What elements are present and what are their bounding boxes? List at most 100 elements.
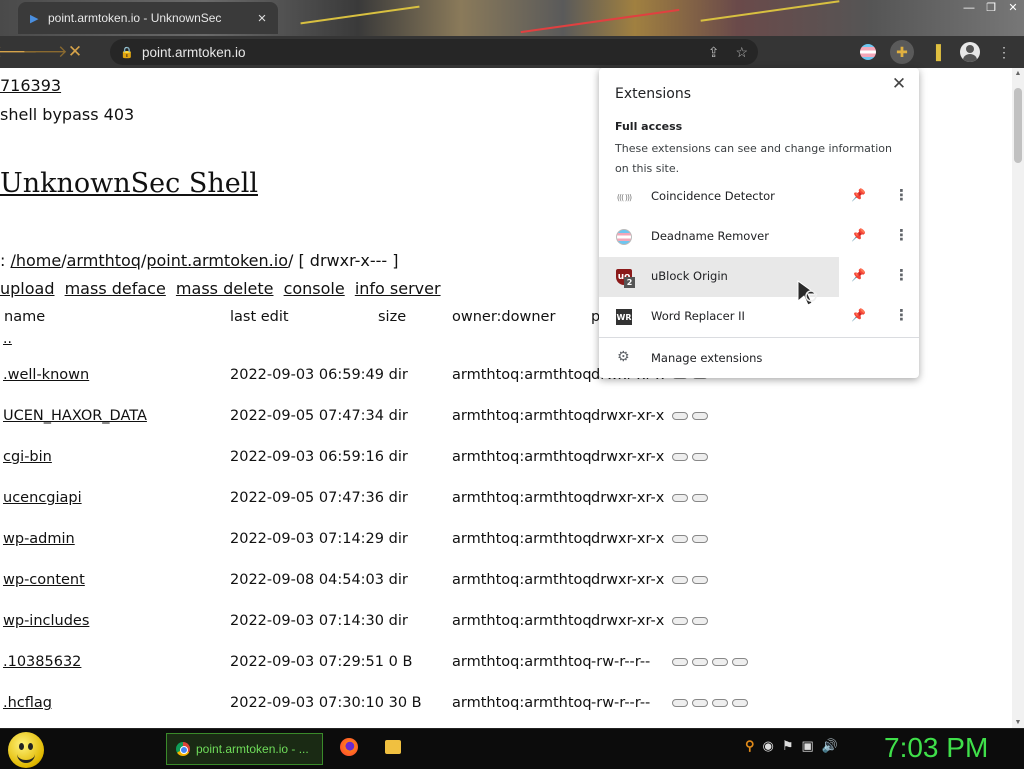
file-owner: armthtoq:armthtoq xyxy=(452,367,592,383)
action-links: upload mass deface mass delete console i… xyxy=(0,279,446,298)
file-action-button[interactable] xyxy=(692,699,708,707)
console-link[interactable]: console xyxy=(284,279,345,298)
path-segment-home[interactable]: /home xyxy=(10,251,61,270)
file-size: 30 B xyxy=(388,695,422,711)
mass-deface-link[interactable]: mass deface xyxy=(65,279,166,298)
file-explorer-icon[interactable] xyxy=(385,740,401,754)
minimize-icon[interactable]: — xyxy=(958,0,980,16)
extension-item-word-replacer[interactable]: WR Word Replacer II 📌 ⋮ xyxy=(599,297,919,337)
file-permissions[interactable]: drwxr-xr-x xyxy=(591,490,664,506)
file-action-button[interactable] xyxy=(672,412,688,420)
file-action-button[interactable] xyxy=(672,699,688,707)
file-name-link[interactable]: ucencgiapi xyxy=(3,490,82,506)
file-action-button[interactable] xyxy=(692,453,708,461)
file-name-link[interactable]: wp-admin xyxy=(3,531,75,547)
chrome-icon xyxy=(176,742,190,756)
side-panel-icon[interactable]: ▐ xyxy=(924,40,948,64)
share-icon[interactable]: ⇪ xyxy=(708,44,720,61)
file-action-button[interactable] xyxy=(672,535,688,543)
status-tray-icon[interactable]: ◉ xyxy=(763,738,774,754)
file-permissions[interactable]: -rw-r--r-- xyxy=(591,695,650,711)
search-tray-icon[interactable]: ⚲ xyxy=(745,738,755,754)
menu-kebab-icon[interactable]: ⋮ xyxy=(992,40,1016,64)
pin-icon[interactable]: 📌 xyxy=(851,188,866,202)
taskbar-clock[interactable]: 7:03 PM xyxy=(884,732,988,764)
taskbar-item-browser[interactable]: point.armtoken.io - ... xyxy=(166,733,323,765)
file-permissions[interactable]: drwxr-xr-x xyxy=(591,531,664,547)
info-server-link[interactable]: info server xyxy=(355,279,441,298)
network-icon[interactable]: ▣ xyxy=(802,738,814,754)
more-options-icon[interactable]: ⋮ xyxy=(894,306,909,324)
file-permissions[interactable]: drwxr-xr-x xyxy=(591,613,664,629)
file-size: 0 B xyxy=(388,654,413,670)
path-segment-site[interactable]: point.armtoken.io xyxy=(146,251,288,270)
tab-title: point.armtoken.io - UnknownSec xyxy=(48,11,222,25)
extensions-puzzle-icon[interactable]: ✚ xyxy=(890,40,914,64)
tab-close-icon[interactable]: × xyxy=(252,10,272,27)
file-name-link[interactable]: .hcflag xyxy=(3,695,52,711)
file-name-link[interactable]: UCEN_HAXOR_DATA xyxy=(3,408,147,424)
window-close-icon[interactable]: ✕ xyxy=(1002,0,1024,16)
file-name-link[interactable]: cgi-bin xyxy=(3,449,52,465)
file-action-button[interactable] xyxy=(672,453,688,461)
file-action-button[interactable] xyxy=(692,576,708,584)
deadname-remover-toolbar-icon[interactable] xyxy=(856,40,880,64)
file-date: 2022-09-03 07:14:29 dir xyxy=(230,531,408,547)
more-options-icon[interactable]: ⋮ xyxy=(894,226,909,244)
firefox-icon[interactable] xyxy=(340,738,358,756)
file-action-button[interactable] xyxy=(672,658,688,666)
extension-item-coincidence-detector[interactable]: ((( ))) Coincidence Detector 📌 ⋮ xyxy=(599,177,919,217)
file-action-button[interactable] xyxy=(672,617,688,625)
path-segment-user[interactable]: armthtoq xyxy=(67,251,141,270)
address-url[interactable]: point.armtoken.io xyxy=(142,45,246,60)
file-permissions[interactable]: drwxr-xr-x xyxy=(591,449,664,465)
action-center-flag-icon[interactable]: ⚑ xyxy=(782,738,794,754)
stop-loading-icon[interactable]: ✕ xyxy=(60,37,90,67)
file-action-button[interactable] xyxy=(732,658,748,666)
mass-delete-link[interactable]: mass delete xyxy=(176,279,274,298)
file-name-link[interactable]: .10385632 xyxy=(3,654,81,670)
browser-tab[interactable]: ▶ point.armtoken.io - UnknownSec × xyxy=(18,2,278,34)
scroll-down-icon[interactable]: ▼ xyxy=(1014,719,1022,726)
shell-title-link[interactable]: UnknownSec Shell xyxy=(0,168,258,199)
lock-icon[interactable]: 🔒 xyxy=(120,46,134,59)
address-bar[interactable]: 🔒 point.armtoken.io ⇪ ☆ xyxy=(110,39,758,65)
file-action-button[interactable] xyxy=(692,658,708,666)
manage-extensions-button[interactable]: ⚙ Manage extensions xyxy=(599,338,919,378)
extension-item-ublock-origin[interactable]: uo2 uBlock Origin 📌 ⋮ xyxy=(599,257,919,297)
file-action-button[interactable] xyxy=(692,412,708,420)
file-permissions[interactable]: -rw-r--r-- xyxy=(591,654,650,670)
forward-arrow-icon[interactable]: 🡒 xyxy=(22,37,68,67)
scroll-up-icon[interactable]: ▲ xyxy=(1014,70,1022,77)
file-action-button[interactable] xyxy=(712,658,728,666)
more-options-icon[interactable]: ⋮ xyxy=(894,266,909,284)
start-button-smiley-icon[interactable] xyxy=(8,732,44,768)
file-name-link[interactable]: wp-content xyxy=(3,572,85,588)
page-scrollbar[interactable]: ▲ ▼ xyxy=(1012,68,1024,728)
file-action-button[interactable] xyxy=(672,576,688,584)
file-name-link[interactable]: .well-known xyxy=(3,367,89,383)
file-action-button[interactable] xyxy=(692,535,708,543)
scrollbar-thumb[interactable] xyxy=(1014,88,1022,163)
profile-avatar-icon[interactable] xyxy=(958,40,982,64)
pin-icon[interactable]: 📌 xyxy=(851,308,866,322)
upload-link[interactable]: upload xyxy=(0,279,55,298)
more-options-icon[interactable]: ⋮ xyxy=(894,186,909,204)
file-name-link[interactable]: wp-includes xyxy=(3,613,89,629)
pin-icon[interactable]: 📌 xyxy=(851,268,866,282)
parent-directory-link[interactable]: .. xyxy=(3,331,12,347)
pin-icon-active[interactable]: 📌 xyxy=(851,228,866,242)
restore-icon[interactable]: ❐ xyxy=(980,0,1002,16)
file-action-button[interactable] xyxy=(692,494,708,502)
file-action-button[interactable] xyxy=(692,617,708,625)
id-link[interactable]: 716393 xyxy=(0,76,61,95)
popup-close-icon[interactable]: ✕ xyxy=(887,72,911,96)
file-action-button[interactable] xyxy=(712,699,728,707)
file-permissions[interactable]: drwxr-xr-x xyxy=(591,408,664,424)
extension-item-deadname-remover[interactable]: Deadname Remover 📌 ⋮ xyxy=(599,217,919,257)
volume-icon[interactable]: 🔊 xyxy=(822,738,838,754)
file-action-button[interactable] xyxy=(732,699,748,707)
file-action-button[interactable] xyxy=(672,494,688,502)
file-permissions[interactable]: drwxr-xr-x xyxy=(591,572,664,588)
bookmark-star-icon[interactable]: ☆ xyxy=(735,44,748,61)
